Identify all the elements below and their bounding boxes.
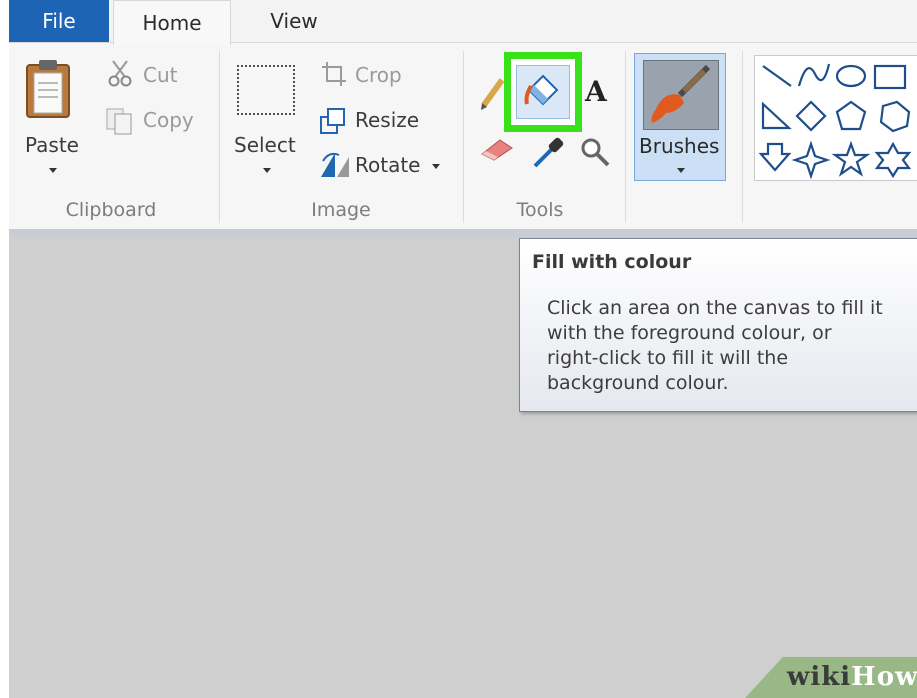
chevron-down-icon <box>432 164 440 169</box>
shapes-gallery[interactable] <box>754 55 917 181</box>
rotate-icon <box>321 152 349 177</box>
tooltip-line: background colour. <box>547 372 729 394</box>
cut-label: Cut <box>143 63 178 87</box>
paste-label: Paste <box>25 133 79 157</box>
resize-icon <box>320 108 345 134</box>
triangle-icon <box>761 101 792 130</box>
fill-bucket-icon <box>524 74 559 106</box>
tooltip-fill-with-colour: Fill with colour Click an area on the ca… <box>519 238 917 412</box>
brush-icon <box>651 64 711 123</box>
tab-view-label: View <box>270 9 318 33</box>
tab-home-label: Home <box>142 11 202 35</box>
fill-with-colour-button[interactable] <box>516 65 570 119</box>
rotate-label: Rotate <box>355 153 421 177</box>
crop-label: Crop <box>355 63 402 87</box>
crop-icon <box>322 62 346 86</box>
image-group-label: Image <box>311 199 371 221</box>
six-point-star-icon <box>874 141 912 179</box>
line-icon <box>762 65 792 87</box>
watermark-how: How <box>851 662 917 692</box>
tab-view[interactable]: View <box>239 0 349 42</box>
brushes-button[interactable]: Brushes <box>634 53 726 181</box>
curve-icon <box>797 63 831 87</box>
clipboard-icon <box>26 60 70 118</box>
scissors-icon <box>108 60 132 87</box>
tooltip-title: Fill with colour <box>532 251 692 273</box>
tooltip-line: with the foreground colour, or <box>547 322 832 344</box>
paint-window: File Home View Paste Cut Copy Clipboard … <box>9 0 917 698</box>
canvas-border <box>9 229 917 237</box>
tab-home[interactable]: Home <box>113 0 231 45</box>
text-icon[interactable]: A <box>585 75 607 108</box>
copy-icon <box>106 108 132 135</box>
tab-file-label: File <box>42 9 76 33</box>
color-picker-icon[interactable] <box>531 136 565 168</box>
tooltip-line: Click an area on the canvas to fill it <box>547 297 883 319</box>
tooltip-line: right-click to fill it will the <box>547 347 789 369</box>
brushes-label: Brushes <box>639 134 720 158</box>
tab-file[interactable]: File <box>9 0 109 42</box>
pencil-icon[interactable] <box>478 77 506 111</box>
clipboard-group-label: Clipboard <box>65 199 157 221</box>
four-point-star-icon <box>791 140 831 180</box>
chevron-down-icon <box>263 168 271 173</box>
tooltip-body: Click an area on the canvas to fill it w… <box>547 296 917 396</box>
chevron-down-icon <box>49 168 57 173</box>
magnifier-icon[interactable] <box>579 136 611 168</box>
hexagon-icon <box>879 100 911 133</box>
tools-group-label: Tools <box>516 199 564 221</box>
eraser-icon[interactable] <box>480 138 514 162</box>
group-divider <box>463 51 464 223</box>
watermark-text: wikiHow <box>787 662 917 692</box>
oval-icon <box>835 64 867 88</box>
shapes-gallery-icons <box>758 63 912 180</box>
watermark-wiki: wiki <box>787 662 852 692</box>
chevron-down-icon <box>677 168 685 173</box>
resize-label: Resize <box>355 108 420 132</box>
pentagon-icon <box>835 100 867 131</box>
ribbon-tab-bar: File Home View <box>9 0 917 45</box>
group-divider <box>625 51 626 223</box>
brush-icon-frame <box>643 60 719 130</box>
ribbon: Paste Cut Copy Clipboard Select Crop Res… <box>9 42 917 230</box>
five-point-star-icon <box>831 140 871 177</box>
group-divider <box>219 51 220 223</box>
copy-label: Copy <box>143 108 194 132</box>
group-divider <box>742 51 743 223</box>
selection-icon <box>237 65 295 115</box>
rectangle-icon <box>873 64 907 90</box>
diamond-icon <box>795 100 827 132</box>
select-label: Select <box>234 133 296 157</box>
arrow-down-icon <box>758 142 792 172</box>
